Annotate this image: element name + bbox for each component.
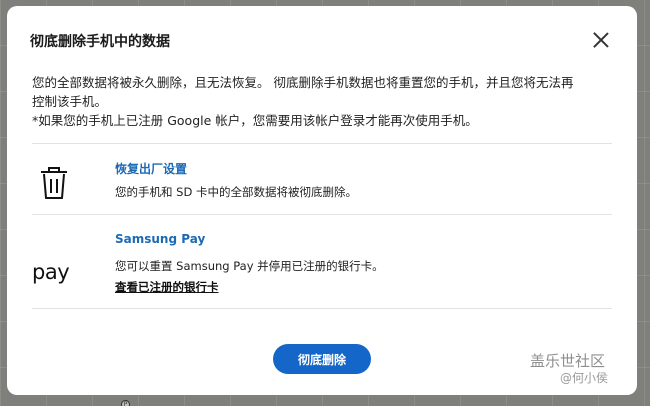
close-icon[interactable] (589, 28, 613, 52)
description-line-3: *如果您的手机上已注册 Google 帐户，您需要用该帐户登录才能再次使用手机。 (32, 113, 478, 128)
divider (32, 214, 612, 215)
dialog-description: 您的全部数据将被永久删除，且无法恢复。 彻底删除手机数据也将重置您的手机，并且您… (32, 73, 622, 130)
watermark-line-2: @何小侯 (560, 371, 609, 385)
trash-icon (32, 160, 76, 204)
samsung-pay-logo-text: pay (32, 260, 70, 284)
watermark-line-1: 盖乐世社区 (530, 352, 606, 370)
option-samsung-pay-title[interactable]: Samsung Pay (115, 232, 205, 246)
dialog-title: 彻底删除手机中的数据 (30, 34, 170, 50)
divider (32, 143, 612, 144)
watermark: 盖乐世社区 @何小侯 (530, 352, 640, 386)
erase-data-dialog: 彻底删除手机中的数据 您的全部数据将被永久删除，且无法恢复。 彻底删除手机数据也… (7, 6, 637, 395)
description-line-2: 控制该手机。 (32, 94, 108, 109)
samsung-pay-icon: pay (32, 256, 76, 300)
map-pin-icon: P (121, 400, 130, 406)
map-side-labels (637, 30, 650, 320)
option-samsung-pay-description: 您可以重置 Samsung Pay 并停用已注册的银行卡。 (115, 259, 384, 273)
view-registered-cards-link[interactable]: 查看已注册的银行卡 (115, 279, 219, 295)
option-factory-reset-title[interactable]: 恢复出厂设置 (115, 160, 187, 177)
erase-confirm-button[interactable]: 彻底删除 (273, 344, 371, 374)
divider (32, 308, 612, 309)
option-factory-reset-description: 您的手机和 SD 卡中的全部数据将被彻底删除。 (115, 185, 357, 199)
description-line-1: 您的全部数据将被永久删除，且无法恢复。 彻底删除手机数据也将重置您的手机，并且您… (32, 75, 574, 90)
